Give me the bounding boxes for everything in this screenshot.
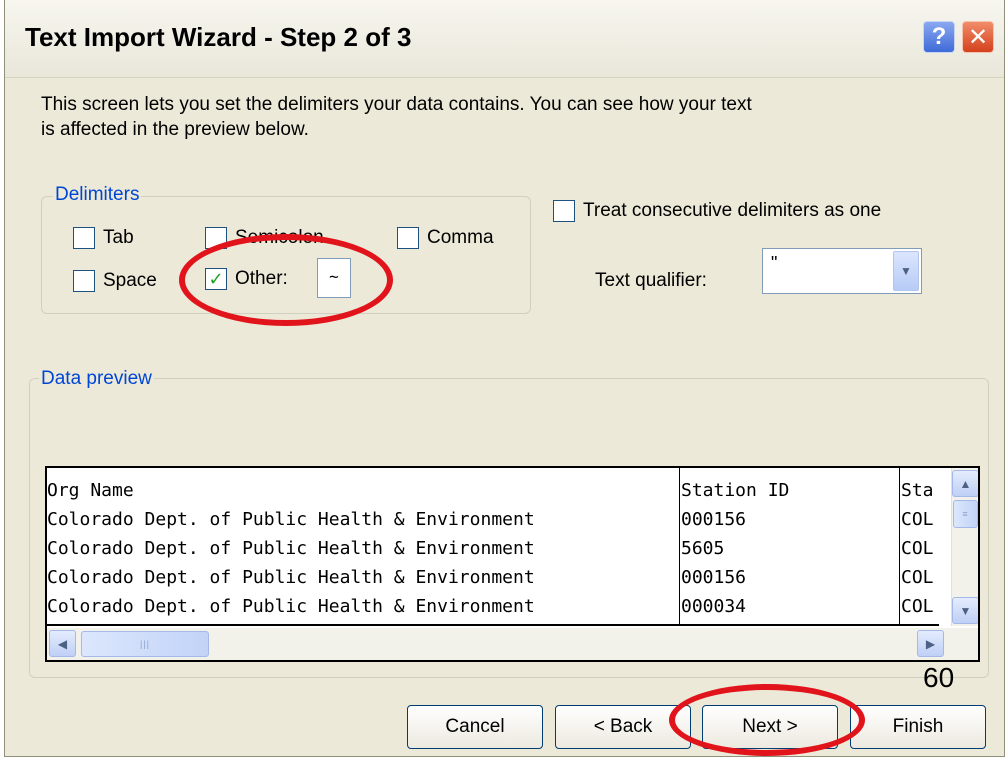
tab-checkbox[interactable]: Tab bbox=[73, 227, 134, 249]
finish-button[interactable]: Finish bbox=[850, 705, 986, 749]
treat-consecutive-checkbox[interactable]: Treat consecutive delimiters as one bbox=[553, 200, 881, 222]
preview-row: Colorado Dept. of Public Health & Enviro… bbox=[47, 563, 939, 592]
preview-row: Colorado Dept. of Public Health & Enviro… bbox=[47, 534, 939, 563]
preview-cell: Sta bbox=[901, 480, 934, 501]
scroll-left-icon[interactable]: ◀ bbox=[49, 630, 76, 657]
comma-checkbox-box[interactable] bbox=[397, 227, 419, 249]
semicolon-checkbox-box[interactable] bbox=[205, 227, 227, 249]
column-divider[interactable] bbox=[679, 468, 680, 626]
space-checkbox[interactable]: Space bbox=[73, 270, 157, 292]
preview-row: Colorado Dept. of Public Health & Enviro… bbox=[47, 592, 939, 621]
semicolon-checkbox[interactable]: Semicolon bbox=[205, 227, 324, 249]
help-icon: ? bbox=[931, 23, 947, 50]
preview-cell: Colorado Dept. of Public Health & Enviro… bbox=[47, 596, 535, 617]
scroll-right-icon[interactable]: ▶ bbox=[917, 630, 944, 657]
text-qualifier-select[interactable]: " ▼ bbox=[762, 248, 922, 294]
help-button[interactable]: ? bbox=[923, 21, 955, 53]
page-number: 60 bbox=[923, 662, 955, 693]
preview-row: Colorado Dept. of Public Health & Enviro… bbox=[47, 505, 939, 534]
preview-grid: Org Name Station ID Sta Colorado Dept. o… bbox=[47, 468, 939, 626]
other-delimiter-input[interactable]: ~ bbox=[317, 258, 351, 298]
preview-cell: COL bbox=[901, 567, 934, 588]
comma-checkbox-label: Comma bbox=[427, 227, 494, 248]
space-checkbox-box[interactable] bbox=[73, 270, 95, 292]
semicolon-checkbox-label: Semicolon bbox=[235, 227, 324, 248]
tab-checkbox-label: Tab bbox=[103, 227, 134, 248]
space-checkbox-label: Space bbox=[103, 270, 157, 291]
preview-cell: Station ID bbox=[681, 480, 790, 501]
horizontal-scrollbar[interactable]: ◀ ||| ▶ bbox=[47, 628, 978, 660]
dialog-title: Text Import Wizard - Step 2 of 3 bbox=[25, 22, 412, 52]
close-icon: ✕ bbox=[967, 23, 989, 51]
preview-cell: COL bbox=[901, 596, 934, 617]
other-checkbox[interactable]: ✓ Other: bbox=[205, 268, 288, 290]
preview-header-row: Org Name Station ID Sta bbox=[47, 476, 939, 505]
comma-checkbox[interactable]: Comma bbox=[397, 227, 494, 249]
treat-consecutive-checkbox-box[interactable] bbox=[553, 200, 575, 222]
preview-cell: 000156 bbox=[681, 509, 747, 530]
other-checkbox-box[interactable]: ✓ bbox=[205, 268, 227, 290]
preview-cell: Org Name bbox=[47, 480, 134, 501]
back-button[interactable]: < Back bbox=[555, 705, 691, 749]
text-qualifier-label: Text qualifier: bbox=[595, 270, 707, 291]
data-preview-group-label: Data preview bbox=[39, 368, 154, 390]
text-qualifier-value: " bbox=[771, 253, 778, 273]
checkmark-icon: ✓ bbox=[208, 268, 224, 289]
chevron-down-icon[interactable]: ▼ bbox=[893, 251, 919, 291]
preview-cell: Colorado Dept. of Public Health & Enviro… bbox=[47, 509, 535, 530]
cancel-button[interactable]: Cancel bbox=[407, 705, 543, 749]
preview-cell: 5605 bbox=[681, 538, 725, 559]
next-button[interactable]: Next > bbox=[702, 705, 838, 749]
treat-consecutive-label: Treat consecutive delimiters as one bbox=[583, 200, 882, 221]
data-preview-pane[interactable]: Org Name Station ID Sta Colorado Dept. o… bbox=[45, 466, 980, 662]
tab-checkbox-box[interactable] bbox=[73, 227, 95, 249]
horizontal-scroll-thumb[interactable]: ||| bbox=[81, 631, 209, 657]
scroll-up-icon[interactable]: ▲ bbox=[952, 470, 978, 497]
preview-cell: Colorado Dept. of Public Health & Enviro… bbox=[47, 567, 535, 588]
other-checkbox-label: Other: bbox=[235, 268, 288, 289]
scroll-down-icon[interactable]: ▼ bbox=[952, 597, 978, 624]
preview-cell: COL bbox=[901, 509, 934, 530]
delimiters-group-label: Delimiters bbox=[53, 184, 142, 206]
preview-cell: 000156 bbox=[681, 567, 747, 588]
delimiters-group bbox=[41, 196, 531, 314]
text-import-wizard-dialog: Text Import Wizard - Step 2 of 3 ? ✕ Thi… bbox=[4, 0, 1005, 757]
preview-cell: 000034 bbox=[681, 596, 747, 617]
preview-cell: COL bbox=[901, 538, 934, 559]
title-bar[interactable]: Text Import Wizard - Step 2 of 3 ? ✕ bbox=[5, 0, 1004, 78]
preview-cell: Colorado Dept. of Public Health & Enviro… bbox=[47, 538, 535, 559]
vertical-scrollbar[interactable]: ▲ ≡ ▼ bbox=[951, 468, 978, 626]
intro-text: This screen lets you set the delimiters … bbox=[41, 94, 752, 140]
close-button[interactable]: ✕ bbox=[962, 21, 994, 53]
vertical-scroll-thumb[interactable]: ≡ bbox=[953, 500, 978, 528]
column-divider[interactable] bbox=[899, 468, 900, 626]
